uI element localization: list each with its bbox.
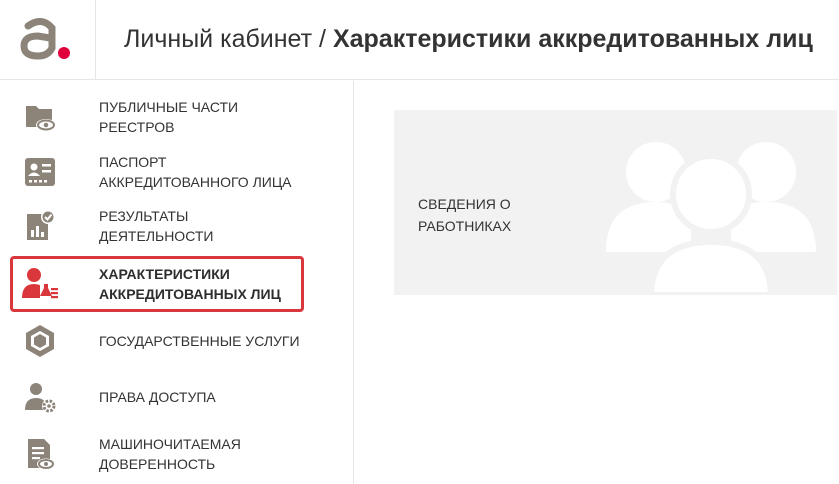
logo-icon [20, 18, 70, 60]
header: Личный кабинет / Характеристики аккредит… [0, 0, 839, 80]
logo[interactable] [0, 0, 96, 80]
sidebar-item-label: ХАРАКТЕРИСТИКИ АККРЕДИТОВАННЫХ ЛИЦ [99, 266, 281, 302]
hexagon-icon [20, 321, 60, 361]
document-eye-icon [20, 434, 60, 474]
sidebar: ПУБЛИЧНЫЕ ЧАСТИ РЕЕСТРОВ ПАСПОРТ АККРЕДИТО… [0, 81, 354, 484]
sidebar-item-public-registers[interactable]: ПУБЛИЧНЫЕ ЧАСТИ РЕЕСТРОВ [10, 89, 304, 145]
person-flask-icon [20, 264, 60, 304]
sidebar-item-access-rights[interactable]: ПРАВА ДОСТУПА [10, 369, 304, 425]
id-card-icon [20, 152, 60, 192]
sidebar-item-label: МАШИНОЧИТАЕМАЯ ДОВЕРЕННОСТЬ [99, 436, 241, 472]
people-group-icon [606, 142, 816, 292]
sidebar-item-gov-services[interactable]: ГОСУДАРСТВЕННЫЕ УСЛУГИ [10, 313, 304, 369]
sidebar-item-label: ГОСУДАРСТВЕННЫЕ УСЛУГИ [99, 333, 300, 349]
sidebar-item-passport[interactable]: ПАСПОРТ АККРЕДИТОВАННОГО ЛИЦА [10, 144, 304, 200]
card-label: СВЕДЕНИЯ О РАБОТНИКАХ [418, 196, 512, 234]
chart-check-icon [20, 206, 60, 246]
sidebar-item-results[interactable]: РЕЗУЛЬТАТЫ ДЕЯТЕЛЬНОСТИ [10, 198, 304, 254]
sidebar-item-label: РЕЗУЛЬТАТЫ ДЕЯТЕЛЬНОСТИ [99, 208, 214, 244]
page-title: Личный кабинет / Характеристики аккредит… [124, 24, 813, 54]
folder-eye-icon [20, 97, 60, 137]
sidebar-item-label: ПУБЛИЧНЫЕ ЧАСТИ РЕЕСТРОВ [99, 99, 239, 135]
user-gear-icon [20, 377, 60, 417]
sidebar-item-label: ПАСПОРТ АККРЕДИТОВАННОГО ЛИЦА [99, 154, 292, 190]
sidebar-item-machine-readable-poa[interactable]: МАШИНОЧИТАЕМАЯ ДОВЕРЕННОСТЬ [10, 426, 304, 482]
current-page-title: Характеристики аккредитованных лиц [332, 25, 813, 53]
sidebar-item-characteristics[interactable]: ХАРАКТЕРИСТИКИ АККРЕДИТОВАННЫХ ЛИЦ [10, 256, 304, 312]
breadcrumb-separator: / [312, 25, 333, 53]
breadcrumb-link[interactable]: Личный кабинет [124, 25, 312, 53]
card-employees-info[interactable]: СВЕДЕНИЯ О РАБОТНИКАХ [394, 110, 837, 295]
sidebar-item-label: ПРАВА ДОСТУПА [99, 389, 216, 405]
